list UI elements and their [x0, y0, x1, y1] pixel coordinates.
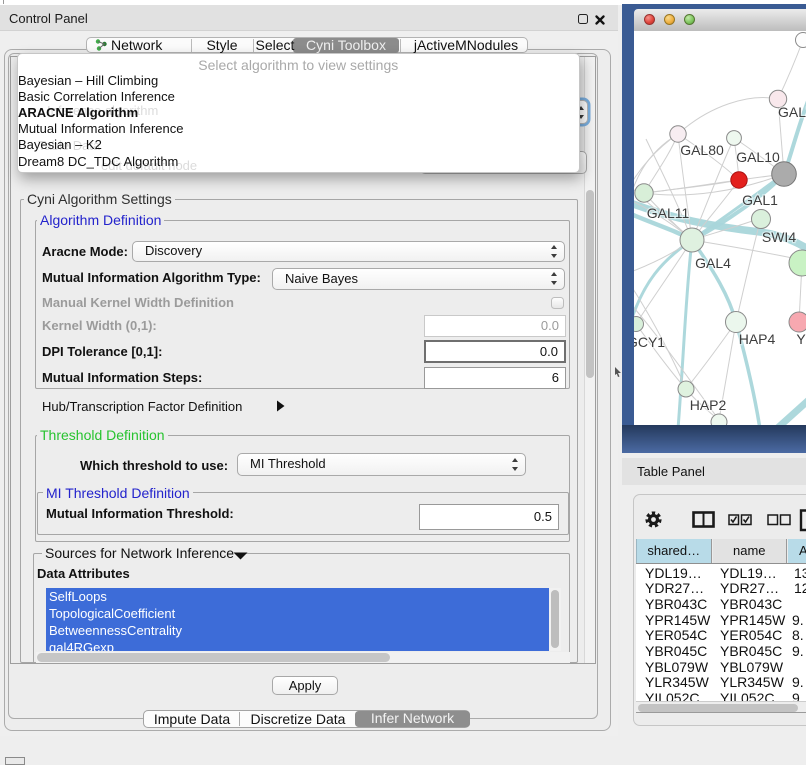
svg-text:GAL4: GAL4: [695, 255, 731, 271]
svg-text:HAP4: HAP4: [739, 331, 776, 347]
svg-text:GAL11: GAL11: [647, 205, 690, 221]
svg-text:Y: Y: [796, 331, 806, 347]
svg-text:GAL7: GAL7: [778, 104, 806, 120]
svg-text:GCY1: GCY1: [634, 334, 665, 350]
svg-text:GAL1: GAL1: [742, 192, 778, 208]
svg-text:HAP2: HAP2: [690, 397, 727, 413]
svg-text:GAL80: GAL80: [680, 142, 724, 158]
svg-text:SWI4: SWI4: [762, 229, 796, 245]
svg-text:GAL10: GAL10: [736, 149, 780, 165]
